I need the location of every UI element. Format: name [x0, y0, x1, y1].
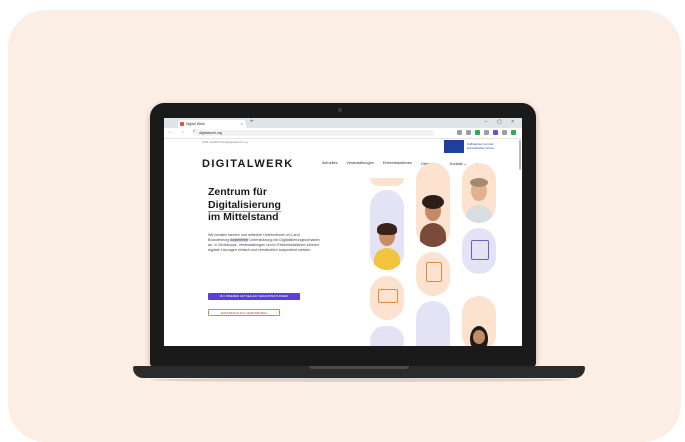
events-button[interactable]: ZU UNSEREN AKTUELLEN VERANSTALTUNGEN	[208, 293, 300, 300]
collage-portrait-woman-3	[462, 296, 496, 346]
browser-tab[interactable]: Digital Werk ×	[178, 120, 246, 128]
address-bar[interactable]: digitalwerk.org	[194, 130, 434, 136]
extension-icon[interactable]	[502, 130, 507, 135]
window-controls[interactable]: – ▢ ×	[485, 119, 518, 125]
extension-icon[interactable]	[475, 130, 480, 135]
close-tab-icon[interactable]: ×	[241, 120, 243, 128]
portrait-hair	[422, 195, 444, 209]
tab-title: Digital Werk	[186, 122, 205, 126]
collage-portrait-man	[462, 163, 496, 223]
laptop: Digital Werk × + – ▢ × ← → ⟳ digitalwerk…	[150, 103, 536, 367]
nav-item-aktuelles[interactable]: Aktuelles	[322, 161, 337, 166]
collage-pill-top	[370, 178, 404, 186]
extension-icons	[457, 130, 516, 135]
nav-item-kontakt[interactable]: Kontakt ⌄	[450, 161, 467, 166]
collage-icon-device	[416, 252, 450, 296]
laptop-notch	[309, 366, 409, 369]
nav-item-veranstaltungen[interactable]: Veranstaltungen	[346, 161, 373, 166]
collage-icon-robot	[462, 228, 496, 274]
hero-body-highlight: kostenfreie	[230, 238, 249, 243]
scrollbar[interactable]	[519, 140, 521, 170]
extension-icon[interactable]	[511, 130, 516, 135]
portrait-body	[466, 205, 492, 223]
portrait-body	[374, 248, 400, 270]
eu-badge-text: Kofinanziert von der Europäischen Union	[467, 141, 495, 150]
device-icon	[426, 262, 442, 282]
computer-icon	[378, 289, 398, 303]
extension-icon[interactable]	[484, 130, 489, 135]
extension-icon[interactable]	[457, 130, 462, 135]
eu-flag-icon	[444, 140, 464, 153]
collage-icon-computer	[370, 276, 404, 320]
webcam	[338, 108, 342, 112]
eu-funding-badge: Kofinanziert von der Europäischen Union	[444, 140, 511, 153]
collage-pill-lower	[416, 301, 450, 346]
consultation-button[interactable]: ERSTBERATUNG VEREINBAREN	[208, 309, 280, 316]
extension-icon[interactable]	[466, 130, 471, 135]
portrait-hair	[377, 223, 397, 235]
portrait-body	[420, 223, 446, 247]
laptop-shadow	[150, 378, 570, 382]
laptop-base	[133, 366, 585, 378]
hero-title-line2: Digitalisierung	[208, 198, 281, 212]
portrait-face	[473, 330, 485, 344]
browser-toolbar: ← → ⟳ digitalwerk.org	[164, 128, 522, 139]
collage-pill-bottom	[370, 326, 404, 346]
extension-icon[interactable]	[493, 130, 498, 135]
new-tab-button[interactable]: +	[250, 119, 254, 125]
hero-title-line1: Zentrum für	[208, 186, 267, 198]
main-nav: Aktuelles Veranstaltungen Erlebnisstatio…	[322, 161, 478, 166]
collage-portrait-woman-2	[416, 163, 450, 247]
robot-icon	[471, 240, 489, 260]
collage-portrait-woman-1	[370, 190, 404, 270]
hero-title-line3: im Mittelstand	[208, 211, 279, 223]
hero-description: Wir beraten kleinen und mittelere Untern…	[208, 233, 320, 253]
laptop-screen: Digital Werk × + – ▢ × ← → ⟳ digitalwerk…	[164, 118, 522, 346]
favicon-icon	[180, 122, 184, 126]
site-logo[interactable]: DIGITALWERK	[202, 158, 294, 170]
nav-item-erlebnisstationen[interactable]: Erlebnisstationen	[383, 161, 412, 166]
contact-line: 0331 123456 info@digitalwerk.org	[202, 140, 248, 144]
hero-title: Zentrum für Digitalisierung im Mittelsta…	[208, 186, 281, 224]
portrait-hair	[470, 178, 488, 187]
browser-tab-bar: Digital Werk × + – ▢ ×	[164, 118, 522, 128]
